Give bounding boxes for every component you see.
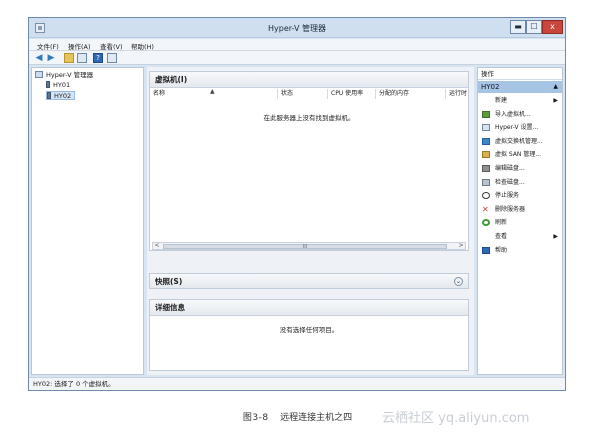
stop-icon bbox=[482, 192, 490, 200]
action-label: 停止服务 bbox=[495, 192, 520, 200]
submenu-arrow-icon: ▶ bbox=[553, 233, 558, 240]
action-item[interactable]: 虚拟交换机管理... bbox=[478, 135, 562, 148]
navigation-tree: Hyper-V 管理器 HY01 HY02 bbox=[31, 67, 144, 375]
hyperv-manager-window: Hyper-V 管理器 ▬ ☐ x 文件(F) 操作(A) 查看(V) 帮助(H… bbox=[28, 17, 566, 391]
caption-figure-number: 图3-8 bbox=[242, 413, 269, 423]
vm-empty-message: 在此服务器上没有找到虚拟机。 bbox=[263, 114, 355, 122]
action-item[interactable]: ✕ 删除服务器 bbox=[478, 203, 562, 216]
import-icon bbox=[482, 110, 490, 118]
action-item[interactable]: 编辑磁盘... bbox=[478, 162, 562, 175]
action-label: 编辑磁盘... bbox=[495, 165, 525, 172]
help-icon[interactable]: ? bbox=[93, 53, 103, 63]
action-item[interactable]: 检查磁盘... bbox=[478, 176, 562, 189]
action-label: 检查磁盘... bbox=[495, 178, 525, 186]
menu-view[interactable]: 查看(V) bbox=[100, 41, 123, 51]
back-arrow-icon[interactable]: ◀ bbox=[34, 53, 44, 63]
delete-icon: ✕ bbox=[482, 204, 489, 214]
collapse-icon[interactable]: ⌄ bbox=[454, 277, 463, 286]
actions-server-header[interactable]: HY02 ▲ bbox=[478, 81, 562, 93]
action-label: 查看 bbox=[495, 233, 508, 240]
up-folder-icon[interactable] bbox=[64, 53, 74, 63]
column-memory[interactable]: 分配的内存 bbox=[376, 89, 446, 99]
actions-pane: 操作 HY02 ▲ 新建 ▶ 导入虚拟机... Hyper-V 设置... 虚拟交换机管… bbox=[477, 67, 563, 375]
scroll-thumb[interactable]: III bbox=[163, 244, 447, 250]
submenu-arrow-icon: ▶ bbox=[553, 97, 558, 104]
action-label: 虚拟交换机管理... bbox=[495, 137, 543, 145]
snapshots-panel-heading[interactable]: 快照(S) ⌄ bbox=[149, 273, 469, 289]
menu-help[interactable]: 帮助(H) bbox=[131, 41, 154, 51]
column-state[interactable]: 状态 bbox=[278, 89, 328, 99]
tree-root[interactable]: Hyper-V 管理器 bbox=[35, 71, 93, 80]
action-item[interactable]: 新建 ▶ bbox=[478, 94, 562, 107]
minimize-button[interactable]: ▬ bbox=[510, 20, 526, 34]
scroll-right-icon[interactable]: > bbox=[457, 243, 465, 249]
column-uptime[interactable]: 运行时 bbox=[446, 89, 468, 99]
details-panel: 详细信息 没有选择任何项目。 bbox=[149, 299, 469, 371]
maximize-button[interactable]: ☐ bbox=[526, 20, 542, 34]
server-icon bbox=[46, 81, 50, 88]
hyperv-manager-icon bbox=[35, 71, 43, 78]
action-item[interactable]: 导入虚拟机... bbox=[478, 108, 562, 121]
action-item[interactable]: 刷新 bbox=[478, 216, 562, 229]
menu-file[interactable]: 文件(F) bbox=[37, 41, 59, 51]
center-pane: 虚拟机(I) 名称 ▲ 状态 CPU 使用率 分配的内存 运行时 在此服务器上没… bbox=[147, 67, 474, 375]
action-item[interactable]: 帮助 bbox=[478, 244, 562, 257]
show-actions-icon[interactable] bbox=[107, 53, 117, 63]
action-item[interactable]: 查看 ▶ bbox=[478, 230, 562, 243]
details-heading: 详细信息 bbox=[150, 300, 468, 316]
action-label: 刷新 bbox=[495, 219, 508, 227]
action-label: Hyper-V 设置... bbox=[495, 124, 539, 132]
snapshots-label: 快照(S) bbox=[155, 277, 183, 286]
server-icon bbox=[47, 92, 51, 99]
watermark: 云栖社区 yq.aliyun.com bbox=[382, 411, 530, 426]
toolbar: ◀ ▶ ? bbox=[29, 51, 565, 65]
tree-item-hy02[interactable]: HY02 bbox=[46, 91, 76, 100]
action-item[interactable]: 停止服务 bbox=[478, 189, 562, 202]
action-label: 删除服务器 bbox=[495, 205, 526, 213]
caption-text: 远程连接主机之四 bbox=[280, 413, 353, 423]
tree-item-label: HY01 bbox=[53, 81, 71, 89]
window-title: Hyper-V 管理器 bbox=[268, 24, 326, 33]
tree-root-label: Hyper-V 管理器 bbox=[46, 71, 94, 79]
sort-ascending-icon: ▲ bbox=[210, 88, 215, 95]
tree-item-label: HY02 bbox=[54, 92, 72, 100]
settings-icon bbox=[482, 124, 490, 132]
status-bar: HY02: 选择了 0 个虚拟机。 bbox=[29, 377, 565, 390]
action-label: 虚拟 SAN 管理... bbox=[495, 151, 542, 159]
action-label: 帮助 bbox=[495, 246, 508, 254]
tree-item-hy01[interactable]: HY01 bbox=[46, 81, 70, 90]
horizontal-scrollbar[interactable]: < III > bbox=[152, 242, 466, 250]
refresh-icon bbox=[482, 219, 490, 227]
column-cpu[interactable]: CPU 使用率 bbox=[328, 89, 376, 99]
san-icon bbox=[482, 151, 490, 159]
close-button[interactable]: x bbox=[542, 20, 563, 34]
virtual-machines-panel: 虚拟机(I) 名称 ▲ 状态 CPU 使用率 分配的内存 运行时 在此服务器上没… bbox=[149, 71, 469, 251]
switch-icon bbox=[482, 137, 490, 145]
show-tree-icon[interactable] bbox=[77, 53, 87, 63]
menu-bar: 文件(F) 操作(A) 查看(V) 帮助(H) bbox=[29, 39, 565, 51]
action-label: 新建 bbox=[495, 97, 508, 104]
actions-server-label: HY02 bbox=[481, 83, 500, 91]
actions-title: 操作 bbox=[478, 68, 562, 80]
menu-action[interactable]: 操作(A) bbox=[68, 41, 91, 51]
details-empty-message: 没有选择任何项目。 bbox=[279, 326, 339, 334]
edit-disk-icon bbox=[482, 165, 490, 172]
scroll-left-icon[interactable]: < bbox=[153, 243, 161, 249]
action-item[interactable]: 虚拟 SAN 管理... bbox=[478, 148, 562, 161]
title-bar[interactable]: Hyper-V 管理器 ▬ ☐ x bbox=[29, 18, 565, 38]
vm-panel-heading: 虚拟机(I) bbox=[150, 72, 468, 88]
action-label: 导入虚拟机... bbox=[495, 110, 531, 118]
inspect-disk-icon bbox=[482, 178, 490, 186]
forward-arrow-icon[interactable]: ▶ bbox=[46, 53, 56, 63]
action-item[interactable]: Hyper-V 设置... bbox=[478, 121, 562, 134]
help-icon bbox=[482, 246, 490, 254]
collapse-up-icon[interactable]: ▲ bbox=[553, 81, 558, 93]
